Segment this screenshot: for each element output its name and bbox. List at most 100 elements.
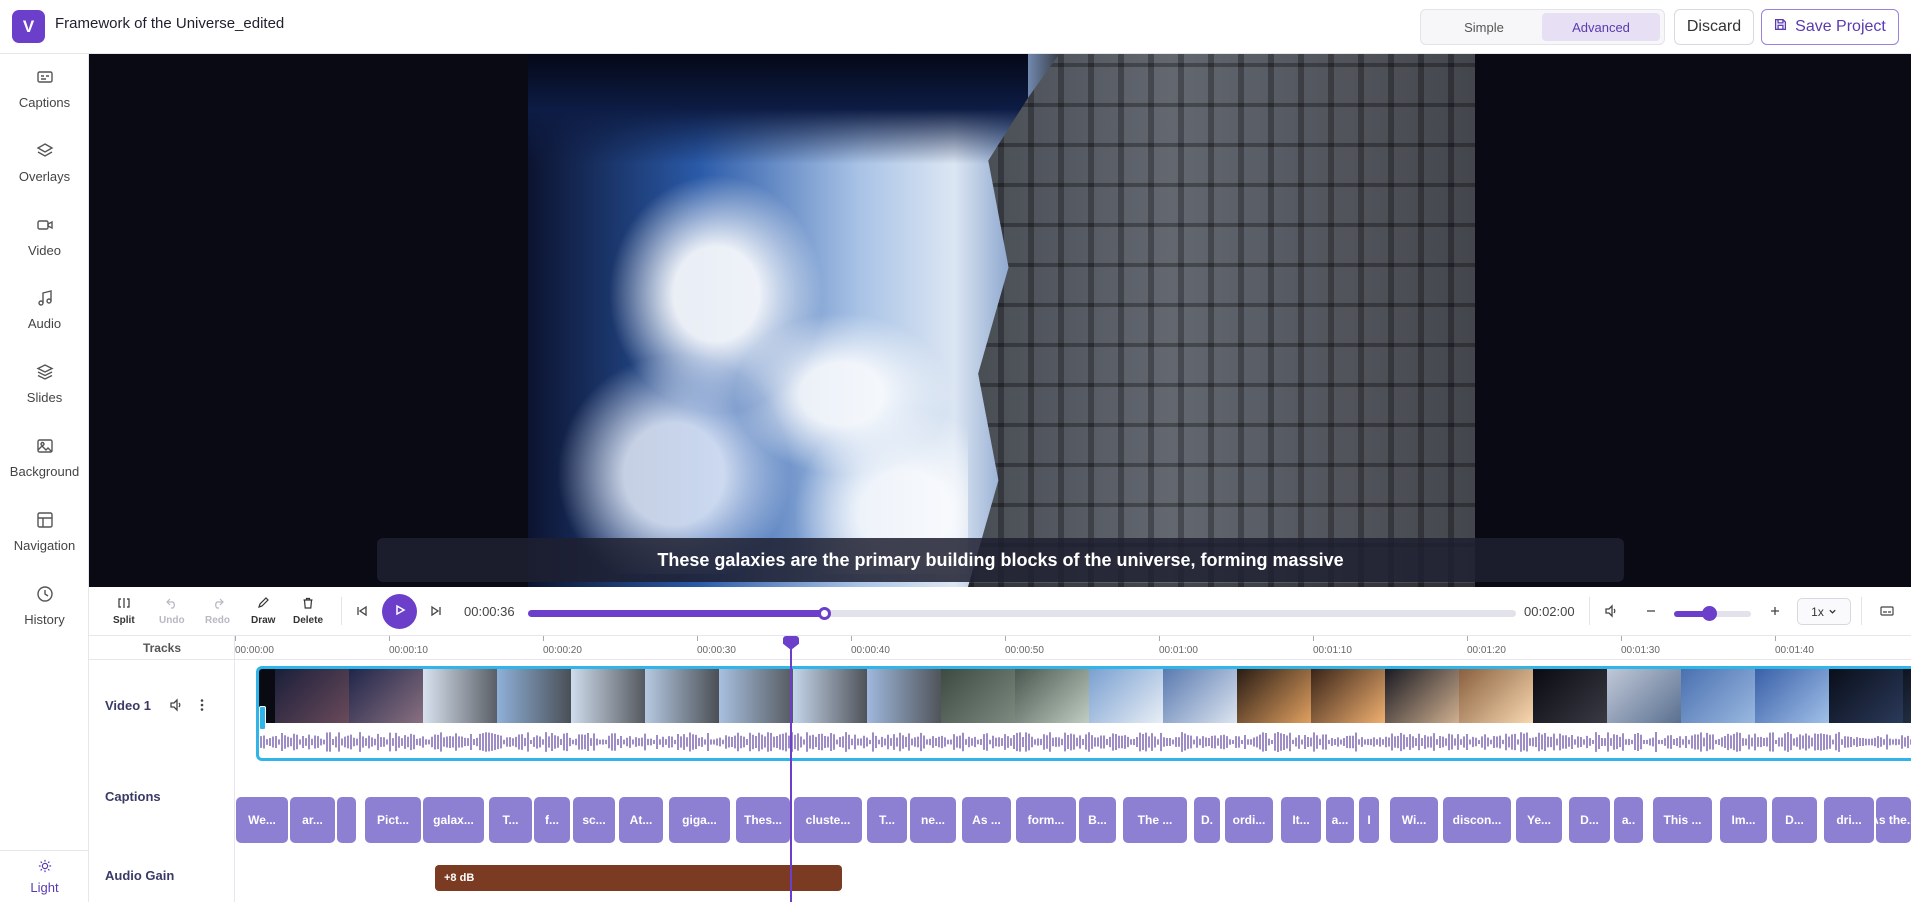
delete-button[interactable]: Delete: [293, 597, 323, 626]
zoom-slider-handle[interactable]: [1701, 606, 1717, 621]
caption-chip[interactable]: T...: [867, 797, 907, 843]
caption-chip[interactable]: ordi...: [1225, 797, 1273, 843]
time-ruler[interactable]: 00:00:00 00:00:10 00:00:20 00:00:30 00:00:40…: [235, 636, 1911, 660]
caption-chip[interactable]: Pict...: [365, 797, 421, 843]
theme-label: Light: [30, 879, 59, 895]
ruler-tick: 00:00:50: [1005, 636, 1044, 656]
draw-button[interactable]: Draw: [251, 597, 275, 626]
caption-chip[interactable]: It...: [1281, 797, 1321, 843]
video-clip[interactable]: [256, 666, 1911, 761]
sidebar-item-label: Captions: [18, 95, 71, 110]
sidebar-item-video[interactable]: Video: [0, 202, 89, 272]
caption-chip[interactable]: a..: [1614, 797, 1643, 843]
sidebar-item-slides[interactable]: Slides: [0, 349, 89, 419]
caption-chip[interactable]: Wi...: [1390, 797, 1438, 843]
video-thumbnail: [497, 669, 571, 723]
zoom-slider[interactable]: [1674, 606, 1751, 621]
caption-chip[interactable]: I: [1359, 797, 1379, 843]
caption-chip[interactable]: D.: [1194, 797, 1220, 843]
caption-chip[interactable]: discon...: [1443, 797, 1511, 843]
track-more-icon[interactable]: [195, 698, 209, 712]
sidebar-item-label: Overlays: [18, 169, 71, 184]
audio-waveform: [260, 732, 1911, 752]
caption-chip[interactable]: Ye...: [1516, 797, 1562, 843]
video-preview[interactable]: These galaxies are the primary building …: [89, 54, 1911, 587]
caption-chip[interactable]: As ...: [962, 797, 1011, 843]
theme-toggle[interactable]: Light: [0, 850, 89, 902]
caption-chip[interactable]: Thes...: [736, 797, 790, 843]
undo-button[interactable]: Undo: [159, 597, 185, 626]
caption-chip[interactable]: f...: [534, 797, 570, 843]
advanced-mode-button[interactable]: Advanced: [1542, 13, 1660, 41]
caption-chip[interactable]: giga...: [669, 797, 730, 843]
caption-overlay[interactable]: These galaxies are the primary building …: [377, 538, 1624, 582]
caption-chip[interactable]: galax...: [423, 797, 484, 843]
current-time: 00:00:36: [464, 604, 515, 619]
video-thumbnail: [349, 669, 423, 723]
caption-chip[interactable]: ar...: [290, 797, 335, 843]
split-button[interactable]: Split: [113, 597, 135, 626]
sidebar-item-label: History: [24, 612, 65, 627]
zoom-out-icon[interactable]: [1644, 604, 1658, 618]
clip-trim-handle[interactable]: [259, 706, 266, 730]
caption-chip[interactable]: dri...: [1824, 797, 1874, 843]
caption-chip[interactable]: cluste...: [794, 797, 862, 843]
caption-chip[interactable]: This ...: [1653, 797, 1712, 843]
caption-chip[interactable]: D...: [1772, 797, 1817, 843]
save-project-button[interactable]: Save Project: [1761, 9, 1899, 45]
play-button[interactable]: [382, 594, 417, 629]
caption-chip[interactable]: As the...: [1876, 797, 1911, 843]
divider: [1589, 597, 1590, 625]
video-thumbnail: [423, 669, 497, 723]
video-thumbnail: [1311, 669, 1385, 723]
playhead: [790, 640, 792, 902]
track-volume-icon[interactable]: [169, 698, 183, 712]
caption-chip[interactable]: D...: [1569, 797, 1610, 843]
caption-chip[interactable]: T...: [489, 797, 532, 843]
caption-chip[interactable]: We...: [236, 797, 288, 843]
caption-chip[interactable]: The ...: [1123, 797, 1187, 843]
video-thumbnail: [1237, 669, 1311, 723]
project-title[interactable]: Framework of the Universe_edited: [55, 15, 284, 32]
sidebar-item-label: Slides: [26, 390, 63, 405]
redo-icon: [212, 597, 224, 612]
video-thumbnail: [1089, 669, 1163, 723]
zoom-in-icon[interactable]: [1768, 604, 1782, 618]
caption-chip[interactable]: a...: [1326, 797, 1354, 843]
video-thumbnail: [1755, 669, 1829, 723]
audio-gain-segment[interactable]: +8 dB: [435, 865, 842, 891]
ruler-tick: 00:00:40: [851, 636, 890, 656]
gain-label: +8 dB: [444, 872, 475, 884]
seek-bar-handle[interactable]: [818, 607, 832, 620]
caption-chip[interactable]: [337, 797, 356, 843]
sidebar-item-overlays[interactable]: Overlays: [0, 128, 89, 198]
video-thumbnails: [259, 669, 1911, 723]
skip-forward-icon[interactable]: [429, 604, 443, 618]
seek-bar[interactable]: [528, 607, 1516, 620]
discard-button[interactable]: Discard: [1674, 9, 1754, 45]
caption-chip[interactable]: At...: [619, 797, 663, 843]
sidebar-item-navigation[interactable]: Navigation: [0, 497, 89, 567]
sidebar-item-history[interactable]: History: [0, 571, 89, 641]
simple-mode-button[interactable]: Simple: [1425, 13, 1543, 41]
caption-chip[interactable]: ne...: [910, 797, 956, 843]
skip-back-icon[interactable]: [355, 604, 369, 618]
sidebar-item-captions[interactable]: Captions: [0, 54, 89, 124]
caption-chip[interactable]: form...: [1016, 797, 1076, 843]
divider: [1861, 597, 1862, 625]
save-icon: [1774, 18, 1787, 36]
sidebar-item-audio[interactable]: Audio: [0, 275, 89, 345]
caption-chip[interactable]: Im...: [1720, 797, 1767, 843]
redo-button[interactable]: Redo: [205, 597, 230, 626]
track-headers: Tracks Video 1 Captions Audio Gain: [89, 636, 235, 902]
caption-chip[interactable]: sc...: [573, 797, 615, 843]
track-label-audio-gain: Audio Gain: [105, 868, 175, 883]
track-label-video: Video 1: [105, 698, 152, 713]
tool-label: Undo: [159, 615, 185, 626]
playback-speed-select[interactable]: 1x: [1797, 598, 1851, 625]
subtitles-toggle-icon[interactable]: [1880, 604, 1894, 618]
tool-label: Split: [113, 615, 135, 626]
caption-chip[interactable]: B...: [1079, 797, 1116, 843]
sidebar-item-background[interactable]: Background: [0, 423, 89, 493]
volume-icon[interactable]: [1604, 604, 1618, 618]
